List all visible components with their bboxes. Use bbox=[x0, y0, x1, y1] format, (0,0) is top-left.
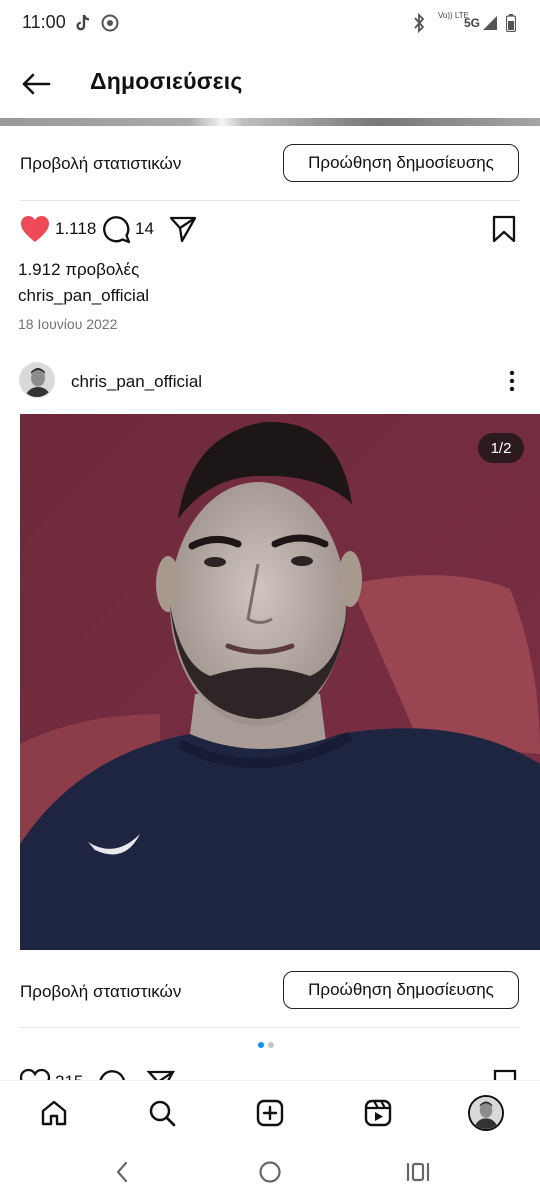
more-vertical-icon bbox=[509, 370, 515, 392]
post-username[interactable]: chris_pan_official bbox=[71, 372, 202, 392]
nav-create[interactable] bbox=[250, 1093, 290, 1133]
bluetooth-icon bbox=[412, 12, 426, 34]
more-options-button[interactable] bbox=[500, 368, 524, 394]
back-icon bbox=[116, 1161, 128, 1183]
create-icon bbox=[256, 1099, 284, 1127]
comment-icon bbox=[101, 214, 131, 244]
profile-avatar bbox=[468, 1095, 504, 1131]
promote-post-button[interactable]: Προώθηση δημοσίευσης bbox=[283, 971, 519, 1009]
divider bbox=[20, 200, 520, 201]
heart-outline-icon bbox=[19, 1068, 51, 1080]
carousel-dot-active bbox=[258, 1042, 264, 1048]
save-button[interactable] bbox=[491, 214, 517, 244]
divider bbox=[20, 1027, 520, 1028]
system-back-button[interactable] bbox=[106, 1156, 138, 1188]
nav-profile[interactable] bbox=[466, 1093, 506, 1133]
chrome-icon bbox=[99, 12, 121, 34]
system-recents-button[interactable] bbox=[402, 1156, 434, 1188]
share-button[interactable] bbox=[168, 214, 198, 244]
recents-icon bbox=[406, 1162, 430, 1182]
signal-icon bbox=[482, 12, 498, 34]
bookmark-icon bbox=[491, 214, 517, 244]
back-button[interactable] bbox=[16, 64, 56, 104]
avatar[interactable] bbox=[19, 362, 55, 398]
comment-icon[interactable] bbox=[97, 1066, 127, 1080]
views-count: 1.912 προβολές bbox=[18, 260, 140, 279]
post-date: 18 Ιουνίου 2022 bbox=[18, 316, 118, 332]
previous-photo-edge bbox=[0, 118, 540, 126]
carousel-dot bbox=[268, 1042, 274, 1048]
home-circle-icon bbox=[259, 1161, 281, 1183]
battery-icon bbox=[506, 12, 516, 34]
nav-reels[interactable] bbox=[358, 1093, 398, 1133]
nav-search[interactable] bbox=[142, 1093, 182, 1133]
page-title: Δημοσιεύσεις bbox=[90, 68, 243, 94]
search-icon bbox=[149, 1100, 176, 1127]
caption-username[interactable]: chris_pan_official bbox=[18, 286, 149, 306]
bottom-navigation bbox=[0, 1080, 540, 1143]
app-header: Δημοσιεύσεις bbox=[0, 50, 540, 116]
view-insights-link[interactable]: Προβολή στατιστικών bbox=[20, 982, 181, 1002]
system-navigation bbox=[0, 1142, 540, 1200]
send-icon[interactable] bbox=[146, 1066, 176, 1080]
tiktok-icon bbox=[72, 12, 94, 34]
nav-home[interactable] bbox=[34, 1093, 74, 1133]
promote-post-button[interactable]: Προώθηση δημοσίευσης bbox=[283, 144, 519, 182]
status-time: 11:00 bbox=[22, 12, 66, 32]
send-icon bbox=[168, 214, 198, 244]
post-photo[interactable] bbox=[20, 414, 540, 950]
like-count: 1.118 bbox=[55, 219, 97, 238]
carousel-indicator bbox=[258, 1042, 274, 1048]
comment-button[interactable]: 14 bbox=[101, 214, 154, 244]
home-icon bbox=[41, 1100, 67, 1126]
heart-filled-icon bbox=[19, 214, 51, 244]
status-bar: 11:00 Vo)) LTE 5G bbox=[0, 0, 540, 46]
like-count: 215 bbox=[55, 1072, 83, 1080]
photo-counter: 1/2 bbox=[478, 433, 524, 463]
like-button[interactable]: 1.118 bbox=[19, 214, 96, 244]
comment-count: 14 bbox=[135, 219, 154, 238]
bookmark-icon[interactable] bbox=[492, 1066, 518, 1080]
arrow-left-icon bbox=[22, 73, 51, 95]
network-5g-label: 5G bbox=[464, 16, 481, 30]
system-home-button[interactable] bbox=[254, 1156, 286, 1188]
like-button[interactable]: 215 bbox=[19, 1066, 83, 1080]
reels-icon bbox=[364, 1099, 392, 1127]
view-insights-link[interactable]: Προβολή στατιστικών bbox=[20, 154, 181, 174]
